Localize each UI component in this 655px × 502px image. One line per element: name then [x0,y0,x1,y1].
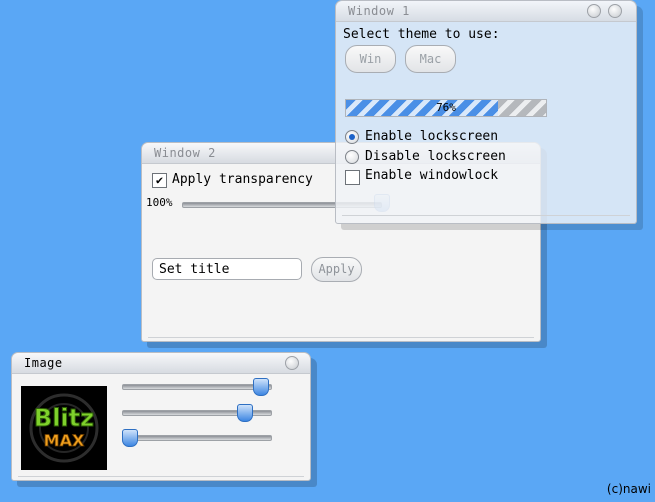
image-slider-1-thumb[interactable] [253,378,270,396]
progress-bar: 76% [345,99,547,117]
image-window-bottom-divider [18,476,304,477]
disable-lockscreen-radio[interactable] [345,150,359,164]
apply-button[interactable]: Apply [311,257,362,282]
window-2-bottom-divider [148,337,534,338]
enable-windowlock-checkbox[interactable] [345,170,360,185]
image-window: Image Blitz MAX [11,352,311,481]
window-1: Window 1 Select theme to use: Win Mac 76… [335,0,637,224]
blitzmax-logo: Blitz MAX [21,386,107,470]
disable-lockscreen-label: Disable lockscreen [365,149,506,164]
copyright-label: (c)nawi [606,482,651,496]
theme-win-button[interactable]: Win [345,45,396,73]
close-icon[interactable] [285,356,299,370]
logo-text-bottom: MAX [44,431,85,450]
image-slider-3-thumb[interactable] [122,429,138,447]
image-slider-2-thumb[interactable] [237,404,254,422]
window-2-title: Window 2 [154,146,216,160]
image-window-titlebar[interactable]: Image [12,353,310,374]
image-slider-3-track[interactable] [122,435,272,441]
set-title-input[interactable]: Set title [152,258,302,280]
image-slider-1-track[interactable] [122,384,272,390]
theme-mac-button[interactable]: Mac [405,45,456,73]
window-1-title: Window 1 [348,4,410,18]
theme-prompt: Select theme to use: [343,27,500,42]
window-1-titlebar[interactable]: Window 1 [336,1,636,22]
apply-transparency-label: Apply transparency [172,172,313,187]
image-window-title: Image [24,356,63,370]
blitzmax-logo-art: Blitz MAX [29,393,99,463]
minimize-icon[interactable] [587,4,601,18]
enable-lockscreen-label: Enable lockscreen [365,129,499,144]
apply-transparency-checkbox[interactable]: ✔ [152,173,167,188]
close-icon[interactable] [608,4,622,18]
enable-windowlock-label: Enable windowlock [365,168,499,183]
transparency-value-label: 100% [146,196,173,209]
logo-text-top: Blitz [34,404,94,432]
window-1-bottom-divider [342,215,630,216]
enable-lockscreen-radio[interactable] [345,130,359,144]
progress-label: 76% [436,101,456,114]
